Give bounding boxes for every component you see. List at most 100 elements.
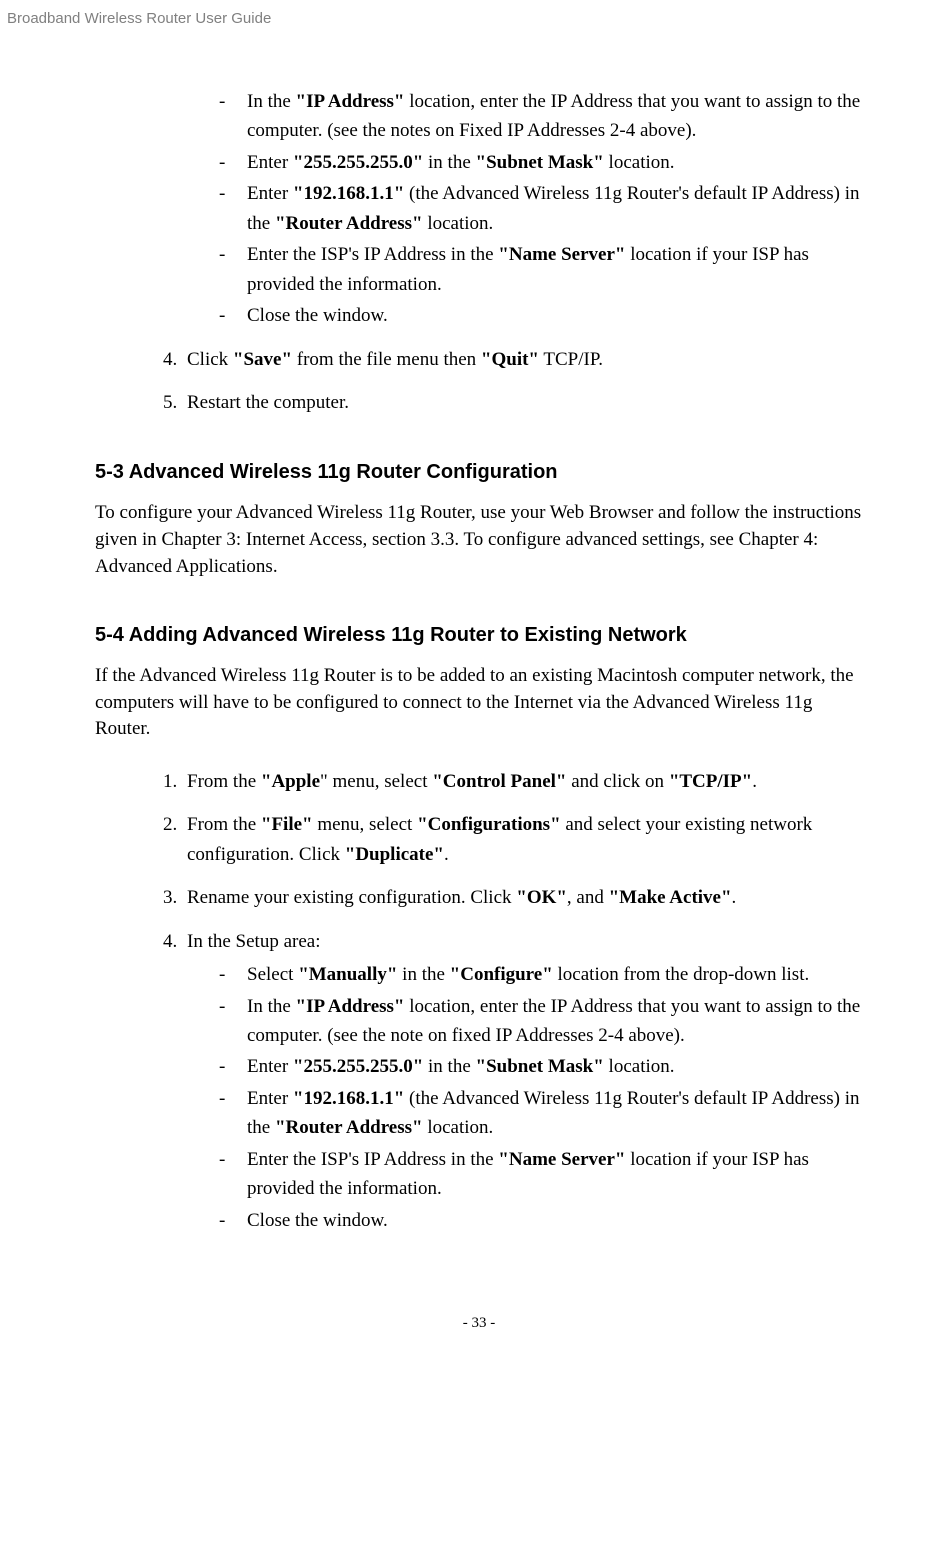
text-bold: "TCP/IP" <box>669 771 752 792</box>
text: In the Setup area: <box>187 931 320 952</box>
text: Select <box>247 964 298 985</box>
text-bold: "Quit" <box>481 349 539 370</box>
text-bold: "Name Server" <box>498 244 625 265</box>
section-heading-5-4: 5-4 Adding Advanced Wireless 11g Router … <box>95 624 863 647</box>
running-header: Broadband Wireless Router User Guide <box>7 10 863 27</box>
text-bold: "Router Address" <box>275 1117 423 1138</box>
list-number: 4. <box>163 345 177 374</box>
text: location. <box>604 152 675 173</box>
text-bold: "Subnet Mask" <box>476 152 604 173</box>
text-bold: "Configurations" <box>417 814 561 835</box>
sub-item: - In the "IP Address" location, enter th… <box>187 992 863 1051</box>
numbered-list: 1. From the "Apple" menu, select "Contro… <box>95 767 863 1235</box>
list-item: 3. Rename your existing configuration. C… <box>95 883 863 912</box>
list-item: 4. In the Setup area: - Select "Manually… <box>95 927 863 1235</box>
section-paragraph: If the Advanced Wireless 11g Router is t… <box>95 663 863 743</box>
text-bold: "Apple <box>261 771 320 792</box>
text: In the <box>247 91 296 112</box>
text: location. <box>423 213 494 234</box>
list-item: - In the "IP Address" location, enter th… <box>95 87 863 331</box>
text: and click on <box>566 771 668 792</box>
text: . <box>752 771 757 792</box>
list-item: 1. From the "Apple" menu, select "Contro… <box>95 767 863 796</box>
list-number: 5. <box>163 388 177 417</box>
page-number: - 33 - <box>95 1315 863 1332</box>
text: location. <box>423 1117 494 1138</box>
sub-list: - Select "Manually" in the "Configure" l… <box>187 960 863 1235</box>
text-bold: "Make Active" <box>609 887 732 908</box>
bullet-dash: - <box>219 179 225 208</box>
text: location. <box>604 1056 675 1077</box>
bullet-dash: - <box>219 240 225 269</box>
continued-list: - In the "IP Address" location, enter th… <box>95 87 863 417</box>
text: in the <box>397 964 449 985</box>
sub-item: - Enter the ISP's IP Address in the "Nam… <box>187 1145 863 1204</box>
text: . <box>444 844 449 865</box>
text: , and <box>567 887 609 908</box>
sub-item: - Enter "255.255.255.0" in the "Subnet M… <box>187 148 863 177</box>
text: In the <box>247 996 296 1017</box>
bullet-dash: - <box>219 148 225 177</box>
document-page: Broadband Wireless Router User Guide - I… <box>0 0 943 1362</box>
bullet-dash: - <box>219 87 225 116</box>
text: in the <box>423 152 475 173</box>
text: Enter <box>247 152 293 173</box>
list-number: 4. <box>163 927 177 956</box>
list-item: 4. Click "Save" from the file menu then … <box>95 345 863 374</box>
sub-item: - Enter "255.255.255.0" in the "Subnet M… <box>187 1052 863 1081</box>
text-bold: "IP Address" <box>296 996 405 1017</box>
sub-item: - In the "IP Address" location, enter th… <box>187 87 863 146</box>
bullet-dash: - <box>219 1084 225 1113</box>
text: From the <box>187 814 261 835</box>
text-bold: "Subnet Mask" <box>476 1056 604 1077</box>
text: " menu, select <box>320 771 432 792</box>
text: Enter <box>247 1056 293 1077</box>
bullet-dash: - <box>219 992 225 1021</box>
bullet-dash: - <box>219 301 225 330</box>
text-bold: "Name Server" <box>498 1149 625 1170</box>
text: Enter the ISP's IP Address in the <box>247 1149 498 1170</box>
text-bold: "Control Panel" <box>432 771 566 792</box>
text: Enter <box>247 183 293 204</box>
text: location from the drop-down list. <box>553 964 809 985</box>
sub-item: - Close the window. <box>187 1206 863 1235</box>
text: From the <box>187 771 261 792</box>
text: from the file menu then <box>292 349 481 370</box>
list-number: 3. <box>163 883 177 912</box>
text-bold: "Router Address" <box>275 213 423 234</box>
sub-item: - Enter "192.168.1.1" (the Advanced Wire… <box>187 179 863 238</box>
text-bold: "Manually" <box>298 964 397 985</box>
text: menu, select <box>313 814 417 835</box>
text-bold: "File" <box>261 814 313 835</box>
text: TCP/IP. <box>539 349 603 370</box>
sub-item: - Enter the ISP's IP Address in the "Nam… <box>187 240 863 299</box>
text-bold: "255.255.255.0" <box>293 152 423 173</box>
text: Click <box>187 349 233 370</box>
text: Restart the computer. <box>187 392 349 413</box>
text: in the <box>423 1056 475 1077</box>
text: Enter the ISP's IP Address in the <box>247 244 498 265</box>
list-number: 1. <box>163 767 177 796</box>
text-bold: "192.168.1.1" <box>293 1088 404 1109</box>
bullet-dash: - <box>219 1206 225 1235</box>
sub-list: - In the "IP Address" location, enter th… <box>187 87 863 331</box>
text-bold: "IP Address" <box>296 91 405 112</box>
sub-item: - Close the window. <box>187 301 863 330</box>
bullet-dash: - <box>219 960 225 989</box>
text: Close the window. <box>247 305 388 326</box>
text-bold: "Configure" <box>450 964 553 985</box>
list-item: 5. Restart the computer. <box>95 388 863 417</box>
list-item: 2. From the "File" menu, select "Configu… <box>95 810 863 869</box>
text-bold: "Duplicate" <box>345 844 444 865</box>
text: . <box>732 887 737 908</box>
text-bold: "192.168.1.1" <box>293 183 404 204</box>
section-paragraph: To configure your Advanced Wireless 11g … <box>95 500 863 580</box>
text: Rename your existing configuration. Clic… <box>187 887 516 908</box>
section-heading-5-3: 5-3 Advanced Wireless 11g Router Configu… <box>95 461 863 484</box>
sub-item: - Enter "192.168.1.1" (the Advanced Wire… <box>187 1084 863 1143</box>
text: Close the window. <box>247 1210 388 1231</box>
text-bold: "255.255.255.0" <box>293 1056 423 1077</box>
text: Enter <box>247 1088 293 1109</box>
bullet-dash: - <box>219 1145 225 1174</box>
bullet-dash: - <box>219 1052 225 1081</box>
